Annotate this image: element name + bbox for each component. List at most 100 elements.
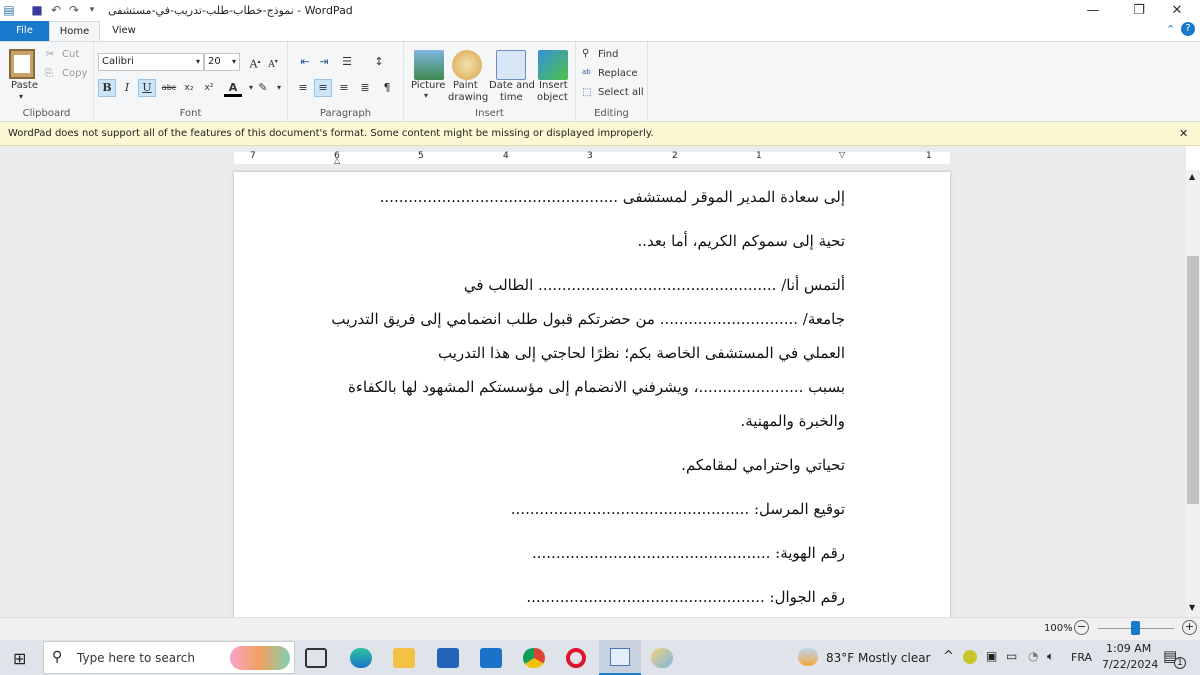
date-time-button[interactable]: Date and xyxy=(489,80,535,91)
picture-button[interactable]: Picture xyxy=(411,80,445,91)
select-all-button[interactable]: Select all xyxy=(598,87,644,98)
weather-icon xyxy=(798,648,818,666)
subscript-button[interactable]: x₂ xyxy=(180,79,198,97)
tray-app-icon[interactable] xyxy=(963,650,977,664)
paste-button[interactable]: Paste xyxy=(11,80,38,91)
align-left-icon[interactable]: ≡ xyxy=(294,79,312,97)
picture-icon[interactable] xyxy=(414,50,444,80)
insert-object-button[interactable]: Insert xyxy=(539,80,568,91)
right-indent-marker[interactable]: ▽ xyxy=(839,150,845,159)
file-explorer-icon[interactable] xyxy=(393,648,415,668)
justify-icon[interactable]: ≣ xyxy=(356,79,374,97)
paste-icon[interactable] xyxy=(9,49,35,79)
bold-button[interactable]: B xyxy=(98,79,116,97)
tab-home[interactable]: Home xyxy=(49,21,100,41)
doc-line: بسبب ......................، ويشرفني الا… xyxy=(347,378,845,396)
document-page[interactable]: إلى سعادة المدير الموقر لمستشفى ........… xyxy=(234,172,950,617)
clock-time[interactable]: 1:09 AM xyxy=(1106,642,1151,655)
ruler-mark: 7 xyxy=(250,151,256,161)
wordpad-taskbar-button[interactable] xyxy=(599,640,641,675)
shrink-font-icon[interactable]: A▾ xyxy=(264,53,282,71)
replace-button[interactable]: Replace xyxy=(598,68,638,79)
zoom-out-icon[interactable]: − xyxy=(1074,620,1089,635)
highlight-dropdown[interactable]: ▾ xyxy=(270,79,288,97)
redo-icon[interactable]: ↷ xyxy=(67,3,81,17)
zoom-in-icon[interactable]: + xyxy=(1182,620,1197,635)
grow-font-icon[interactable]: A▴ xyxy=(246,53,264,71)
paint-drawing-button[interactable]: Paint xyxy=(453,80,478,91)
taskbar-search[interactable]: ⚲ Type here to search xyxy=(43,641,295,674)
paint-icon[interactable] xyxy=(452,50,482,80)
ribbon: Paste ▾ ✂ Cut ⎘ Copy Clipboard Calibri ▾ … xyxy=(0,41,1200,122)
line-spacing-icon[interactable]: ↕ xyxy=(370,53,388,71)
search-highlight-image xyxy=(230,646,290,670)
tab-file[interactable]: File xyxy=(0,21,49,41)
underline-button[interactable]: U xyxy=(138,79,156,97)
title-bar: ▤ ■ ↶ ↷ ▾ نموذج-خطاب-طلب-تدريب-في-مستشفى… xyxy=(0,0,1200,21)
doc-line: والخبرة والمهنية. xyxy=(740,412,845,430)
bullets-icon[interactable]: ☰ xyxy=(338,53,356,71)
edge-icon[interactable] xyxy=(350,648,372,668)
undo-icon[interactable]: ↶ xyxy=(49,3,63,17)
battery-icon[interactable]: ▭ xyxy=(1006,649,1017,663)
left-indent-marker[interactable]: △ xyxy=(334,156,340,165)
font-size-select[interactable]: 20 ▾ xyxy=(204,53,240,71)
minimize-button[interactable]: — xyxy=(1070,0,1116,21)
ruler-mark: 4 xyxy=(503,151,509,161)
scroll-up-icon[interactable]: ▲ xyxy=(1189,172,1195,181)
align-center-icon[interactable]: ≡ xyxy=(314,79,332,97)
close-button[interactable]: ✕ xyxy=(1154,0,1200,21)
zoom-slider-thumb[interactable] xyxy=(1131,621,1140,635)
weather-text[interactable]: 83°F Mostly clear xyxy=(826,651,931,665)
mail-icon[interactable] xyxy=(480,648,502,668)
align-right-icon[interactable]: ≡ xyxy=(335,79,353,97)
calendar-clock-icon[interactable] xyxy=(496,50,526,80)
increase-indent-icon[interactable]: ⇥ xyxy=(315,53,333,71)
show-hidden-icons[interactable]: ^ xyxy=(943,649,954,664)
wifi-icon[interactable]: ◔ xyxy=(1028,649,1038,663)
ruler-scale[interactable]: 7 6 5 4 3 2 1 1 △ ▽ xyxy=(234,150,950,165)
save-icon[interactable]: ■ xyxy=(30,3,44,17)
font-family-select[interactable]: Calibri ▾ xyxy=(98,53,204,71)
paint-taskbar-icon[interactable] xyxy=(651,648,673,668)
text-color-icon[interactable]: A xyxy=(224,79,242,97)
decrease-indent-icon[interactable]: ⇤ xyxy=(296,53,314,71)
language-indicator[interactable]: FRA xyxy=(1071,651,1092,664)
insert-object-icon[interactable] xyxy=(538,50,568,80)
vertical-scrollbar[interactable]: ▲ ▼ xyxy=(1186,170,1200,617)
opera-icon[interactable] xyxy=(566,648,586,668)
strikethrough-button[interactable]: abc xyxy=(160,79,178,97)
customize-toolbar-icon[interactable]: ▾ xyxy=(85,3,99,17)
scrollbar-thumb[interactable] xyxy=(1187,256,1199,504)
italic-button[interactable]: I xyxy=(118,79,136,97)
collapse-ribbon-icon[interactable]: ⌃ xyxy=(1166,23,1175,36)
doc-line: إلى سعادة المدير الموقر لمستشفى ........… xyxy=(379,188,845,206)
close-warning-icon[interactable]: ✕ xyxy=(1179,127,1188,140)
clipboard-group: Paste ▾ ✂ Cut ⎘ Copy Clipboard xyxy=(0,42,94,121)
superscript-button[interactable]: x² xyxy=(200,79,218,97)
cut-icon: ✂ xyxy=(46,49,55,60)
picture-dropdown-icon[interactable]: ▾ xyxy=(424,91,428,100)
font-size-value: 20 xyxy=(208,56,221,67)
find-button[interactable]: Find xyxy=(598,49,619,60)
paste-dropdown-icon[interactable]: ▾ xyxy=(19,92,23,101)
select-all-icon: ⬚ xyxy=(582,87,592,98)
volume-icon[interactable]: 🔈︎ xyxy=(1047,649,1054,664)
task-view-icon[interactable] xyxy=(305,648,327,668)
clock-date[interactable]: 7/22/2024 xyxy=(1102,658,1158,671)
chrome-icon[interactable] xyxy=(523,648,545,668)
meet-icon[interactable]: ▣ xyxy=(986,649,997,663)
scroll-down-icon[interactable]: ▼ xyxy=(1189,603,1195,612)
ruler-mark: 2 xyxy=(672,151,678,161)
replace-icon: ab xyxy=(582,68,591,76)
start-icon[interactable]: ⊞ xyxy=(13,649,26,668)
tab-view[interactable]: View xyxy=(100,21,148,41)
store-icon[interactable] xyxy=(437,648,459,668)
warning-text: WordPad does not support all of the feat… xyxy=(8,128,654,139)
cut-button[interactable]: Cut xyxy=(62,49,79,60)
help-icon[interactable]: ? xyxy=(1181,22,1195,36)
doc-line: العملي في المستشفى الخاصة بكم؛ نظرًا لحا… xyxy=(438,344,845,362)
copy-button[interactable]: Copy xyxy=(62,68,87,79)
paint-drawing-label: drawing xyxy=(448,92,489,103)
paragraph-settings-icon[interactable]: ¶ xyxy=(378,79,396,97)
